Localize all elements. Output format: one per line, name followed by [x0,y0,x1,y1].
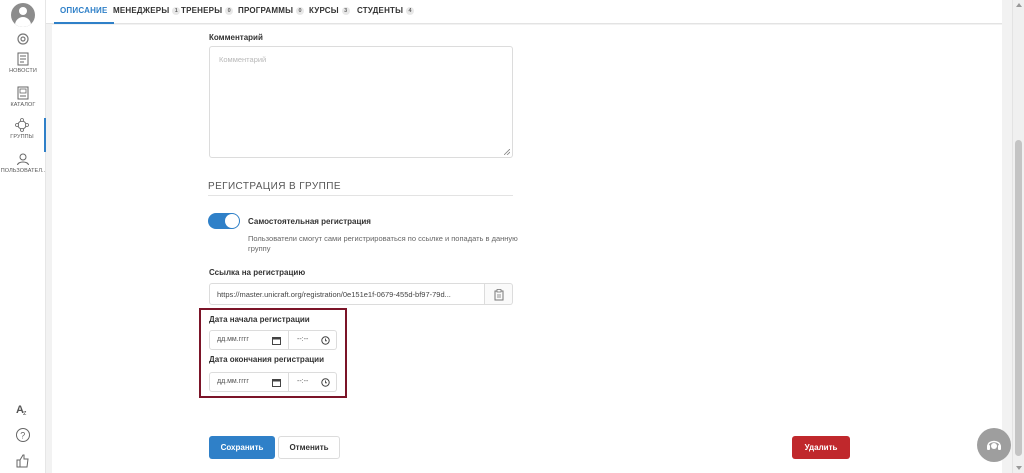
comment-textarea[interactable]: Комментарий [209,46,513,158]
tab-label: МЕНЕДЖЕРЫ [113,6,170,15]
registration-link-label: Ссылка на регистрацию [209,268,306,277]
self-registration-toggle[interactable] [208,213,240,229]
support-chat-button[interactable] [977,428,1011,462]
date-placeholder: дд.мм.гггг [217,378,249,385]
svg-text:z: z [23,410,27,417]
sidebar-item-news[interactable]: новости [0,52,46,86]
main-panel [52,25,1002,473]
cancel-button[interactable]: Отменить [278,436,340,459]
news-icon [17,52,29,66]
comment-label: Комментарий [209,33,263,42]
catalog-icon [17,86,29,100]
settings-gear-icon[interactable] [15,31,31,47]
tab-trainers[interactable]: ТРЕНЕРЫ 0 [181,0,234,24]
time-placeholder: --:-- [297,378,309,385]
registration-section-title: РЕГИСТРАЦИЯ В ГРУППЕ [208,181,341,192]
tab-students[interactable]: СТУДЕНТЫ 4 [357,0,415,24]
page-scrollbar[interactable] [1012,0,1024,473]
sidebar-item-groups[interactable]: группы [0,118,46,152]
comment-placeholder: Комментарий [219,55,267,64]
section-divider [208,195,513,196]
copy-icon [494,289,504,301]
registration-link-value: https://master.unicraft.org/registration… [217,290,451,299]
count-badge: 4 [406,7,415,15]
date-placeholder: дд.мм.гггг [217,336,249,343]
tab-managers[interactable]: МЕНЕДЖЕРЫ 1 [113,0,181,24]
registration-link-field[interactable]: https://master.unicraft.org/registration… [209,283,485,305]
headset-icon [987,440,1001,450]
self-registration-description: Пользователи смогут сами регистрироватьс… [248,234,518,253]
resize-handle-icon[interactable] [504,149,510,155]
scroll-thumb[interactable] [1015,140,1022,456]
sidebar: новости каталог группы пользовател.. A z [0,0,46,473]
svg-text:?: ? [20,431,25,441]
calendar-icon[interactable] [272,378,281,387]
tab-description[interactable]: ОПИСАНИЕ [54,0,114,24]
registration-end-label: Дата окончания регистрации [209,355,325,364]
sidebar-item-catalog[interactable]: каталог [0,86,46,120]
clock-icon[interactable] [321,336,330,345]
scroll-up-arrow-icon[interactable] [1016,3,1022,7]
tab-bar: ОПИСАНИЕ МЕНЕДЖЕРЫ 1 ТРЕНЕРЫ 0 ПРОГРАММЫ 0 … [46,0,1002,24]
count-badge: 0 [296,7,305,15]
thumbs-up-icon[interactable] [15,453,31,469]
count-badge: 0 [225,7,234,15]
copy-link-button[interactable] [485,283,513,305]
tab-label: СТУДЕНТЫ [357,6,404,15]
scroll-down-arrow-icon[interactable] [1016,466,1022,470]
sidebar-item-users[interactable]: пользовател.. [0,152,46,186]
registration-start-label: Дата начала регистрации [209,315,310,324]
user-avatar[interactable] [11,3,35,27]
sidebar-item-label: новости [9,68,37,74]
self-registration-label: Самостоятельная регистрация [248,217,371,226]
calendar-icon[interactable] [272,336,281,345]
count-badge: 1 [172,7,181,15]
translate-icon[interactable]: A z [15,401,31,417]
registration-start-time-input[interactable]: --:-- [289,330,337,350]
sidebar-item-label: пользовател.. [0,168,46,174]
users-icon [17,153,29,166]
sidebar-item-label: каталог [10,102,36,108]
delete-button[interactable]: Удалить [792,436,850,459]
registration-end-time-input[interactable]: --:-- [289,372,337,392]
help-icon[interactable]: ? [15,427,31,443]
toggle-knob [225,214,239,228]
time-placeholder: --:-- [297,336,309,343]
tab-label: КУРСЫ [309,6,339,15]
tab-programs[interactable]: ПРОГРАММЫ 0 [238,0,305,24]
count-badge: 3 [341,7,350,15]
save-button[interactable]: Сохранить [209,436,275,459]
tab-courses[interactable]: КУРСЫ 3 [309,0,350,24]
clock-icon[interactable] [321,378,330,387]
registration-start-date-input[interactable]: дд.мм.гггг [209,330,289,350]
sidebar-item-label: группы [10,134,34,140]
groups-icon [15,118,29,132]
tab-label: ПРОГРАММЫ [238,6,294,15]
tab-label: ТРЕНЕРЫ [181,6,223,15]
tab-label: ОПИСАНИЕ [60,6,108,15]
registration-end-date-input[interactable]: дд.мм.гггг [209,372,289,392]
